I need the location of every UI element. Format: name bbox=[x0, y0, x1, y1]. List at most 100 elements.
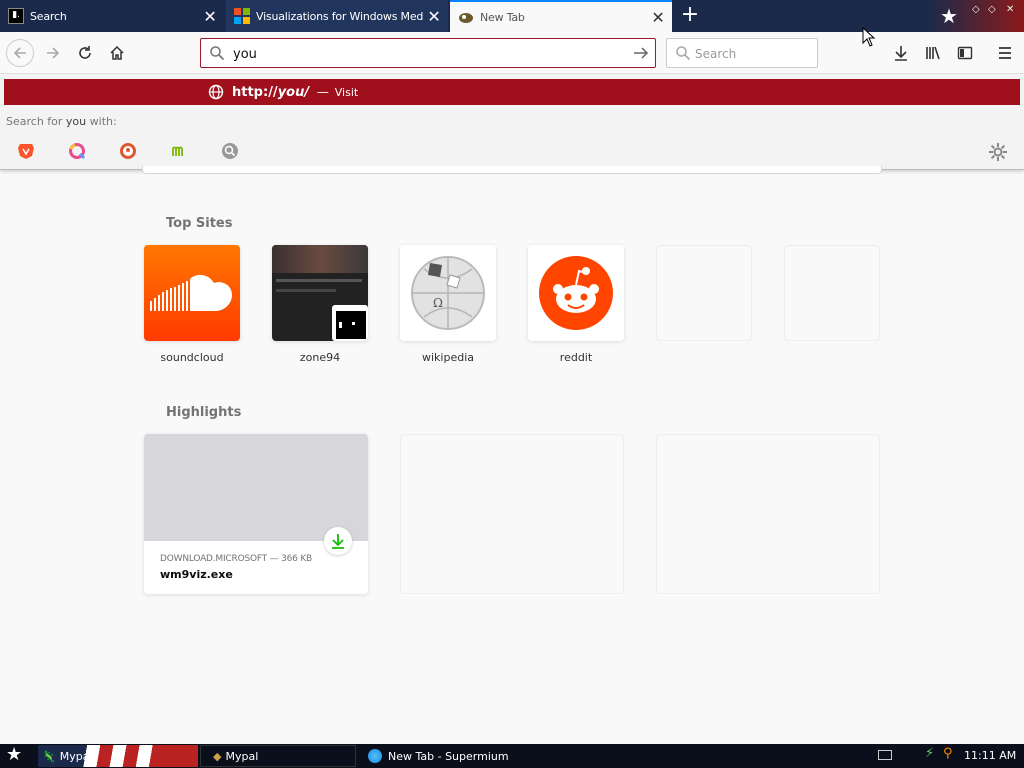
zone94-favicon-pixel bbox=[339, 322, 342, 328]
tab-title: Visualizations for Windows Media Player bbox=[256, 9, 424, 23]
search-bar[interactable] bbox=[666, 38, 818, 68]
taskbar: ★ 🦎 Mypal ◆ Mypal New Tab - Supermium ⚡ … bbox=[0, 744, 1024, 768]
zone94-favicon-pixel bbox=[352, 322, 355, 325]
menu-button[interactable] bbox=[992, 40, 1018, 66]
duckduckgo-icon[interactable] bbox=[119, 142, 137, 160]
close-tab-icon[interactable]: ✕ bbox=[648, 7, 668, 27]
download-badge bbox=[324, 527, 352, 555]
zone94-tile bbox=[272, 245, 368, 341]
top-site-reddit[interactable]: reddit bbox=[528, 245, 624, 364]
taskbar-item-mypal-pinned[interactable]: 🦎 Mypal bbox=[38, 745, 198, 767]
maximize-icon[interactable]: ◇ bbox=[988, 4, 996, 15]
supermium-icon bbox=[368, 749, 382, 763]
highlight-card-download[interactable]: DOWNLOAD.MICROSOFT — 366 KB wm9viz.exe bbox=[144, 434, 368, 594]
visit-separator: — bbox=[313, 85, 333, 99]
soundcloud-tile bbox=[144, 245, 240, 341]
sidebar-icon bbox=[957, 46, 973, 60]
globe-icon bbox=[208, 84, 224, 100]
star-icon: ★ bbox=[940, 4, 958, 28]
new-tab-button[interactable]: + bbox=[678, 4, 702, 28]
search-icon bbox=[210, 46, 225, 61]
tab-title: New Tab bbox=[480, 10, 525, 24]
search-tray-icon[interactable]: ⚲ bbox=[943, 746, 953, 761]
top-site-zone94[interactable]: zone94 bbox=[272, 245, 368, 364]
zone94-line bbox=[276, 279, 362, 282]
mojeek-icon[interactable] bbox=[170, 142, 188, 160]
search-for-prefix: Search for bbox=[6, 115, 66, 128]
close-tab-icon[interactable]: ✕ bbox=[424, 6, 444, 26]
address-input[interactable] bbox=[233, 44, 613, 64]
magnifier-engine-icon[interactable] bbox=[221, 142, 239, 160]
tab-visualizations[interactable]: Visualizations for Windows Media Player … bbox=[226, 0, 448, 32]
tab-search[interactable]: ▮. Search ✕ bbox=[0, 0, 224, 32]
highlight-title: wm9viz.exe bbox=[160, 568, 233, 581]
wikipedia-tile: Ω bbox=[400, 245, 496, 341]
newtab-search-box-edge bbox=[142, 166, 882, 174]
reddit-logo-icon bbox=[539, 256, 613, 330]
download-icon bbox=[895, 46, 907, 61]
library-button[interactable] bbox=[920, 40, 946, 66]
svg-text:Ω: Ω bbox=[433, 296, 443, 310]
taskbar-item-label: Mypal bbox=[59, 749, 93, 763]
home-icon bbox=[110, 45, 124, 60]
search-settings-gear-icon[interactable] bbox=[988, 142, 1008, 162]
mouse-cursor-icon bbox=[862, 27, 876, 47]
downloads-button[interactable] bbox=[888, 40, 914, 66]
address-bar[interactable] bbox=[200, 38, 656, 68]
close-tab-icon[interactable]: ✕ bbox=[200, 6, 220, 26]
reload-icon bbox=[79, 46, 91, 59]
url-dropdown: http:// you/ — Visit Search for you with… bbox=[0, 74, 1024, 170]
forward-button[interactable] bbox=[40, 40, 66, 66]
titlebar-decoration: ★ ◇ ◇ ✕ bbox=[930, 0, 1024, 32]
taskbar-item-label: New Tab - Supermium bbox=[388, 749, 509, 763]
back-button[interactable] bbox=[6, 39, 34, 67]
highlights-title: Highlights bbox=[166, 405, 242, 420]
highlight-preview bbox=[144, 434, 368, 541]
home-button[interactable] bbox=[104, 40, 130, 66]
top-site-empty bbox=[656, 245, 752, 351]
top-site-label: soundcloud bbox=[160, 351, 224, 364]
highlight-card-empty bbox=[400, 434, 624, 594]
brave-icon[interactable] bbox=[17, 142, 35, 160]
download-arrow-icon bbox=[332, 534, 344, 549]
highlight-card-empty bbox=[656, 434, 880, 594]
visit-action-label: Visit bbox=[334, 85, 359, 99]
qwant-icon[interactable] bbox=[68, 142, 86, 160]
empty-tile bbox=[656, 245, 752, 341]
library-icon bbox=[926, 46, 940, 60]
wikipedia-globe-icon: Ω bbox=[411, 256, 485, 330]
tab-new-tab[interactable]: New Tab ✕ bbox=[450, 0, 672, 32]
hamburger-menu-icon bbox=[999, 47, 1011, 59]
taskbar-item-mypal[interactable]: ◆ Mypal bbox=[200, 745, 356, 767]
start-star-icon[interactable]: ★ bbox=[6, 744, 22, 765]
top-site-wikipedia[interactable]: Ω wikipedia bbox=[400, 245, 496, 364]
top-sites-title: Top Sites bbox=[166, 216, 233, 231]
top-site-soundcloud[interactable]: soundcloud bbox=[144, 245, 240, 364]
top-site-label: reddit bbox=[559, 351, 593, 364]
top-site-label: wikipedia bbox=[421, 351, 474, 364]
keyboard-tray-icon[interactable] bbox=[878, 750, 892, 760]
go-arrow-icon[interactable] bbox=[633, 45, 649, 61]
zone94-header-thumbnail bbox=[272, 245, 368, 273]
close-window-icon[interactable]: ✕ bbox=[1006, 4, 1014, 15]
search-for-term: you bbox=[65, 115, 87, 128]
visit-url-prefix: http:// bbox=[232, 84, 278, 100]
windows-logo-icon bbox=[234, 8, 250, 24]
soundcloud-logo-icon bbox=[150, 274, 232, 311]
search-for-label: Search for you with: bbox=[6, 115, 117, 128]
search-for-suffix: with: bbox=[86, 115, 117, 128]
network-tray-icon[interactable]: ⚡ bbox=[925, 746, 934, 761]
mypal-icon: 🦎 bbox=[42, 749, 56, 763]
empty-tile bbox=[784, 245, 880, 341]
sidebar-button[interactable] bbox=[952, 40, 978, 66]
minimize-icon[interactable]: ◇ bbox=[972, 4, 980, 15]
highlight-source: DOWNLOAD.MICROSOFT — 366 KB bbox=[160, 554, 313, 564]
back-arrow-icon bbox=[13, 47, 26, 59]
mypal-icon: ◆ bbox=[213, 749, 222, 763]
search-icon bbox=[676, 46, 691, 61]
reload-button[interactable] bbox=[72, 40, 98, 66]
visit-url-row[interactable]: http:// you/ — Visit bbox=[4, 79, 1020, 105]
search-input[interactable] bbox=[695, 45, 813, 63]
taskbar-item-supermium[interactable]: New Tab - Supermium bbox=[364, 745, 554, 767]
clock: 11:11 AM bbox=[964, 749, 1017, 762]
